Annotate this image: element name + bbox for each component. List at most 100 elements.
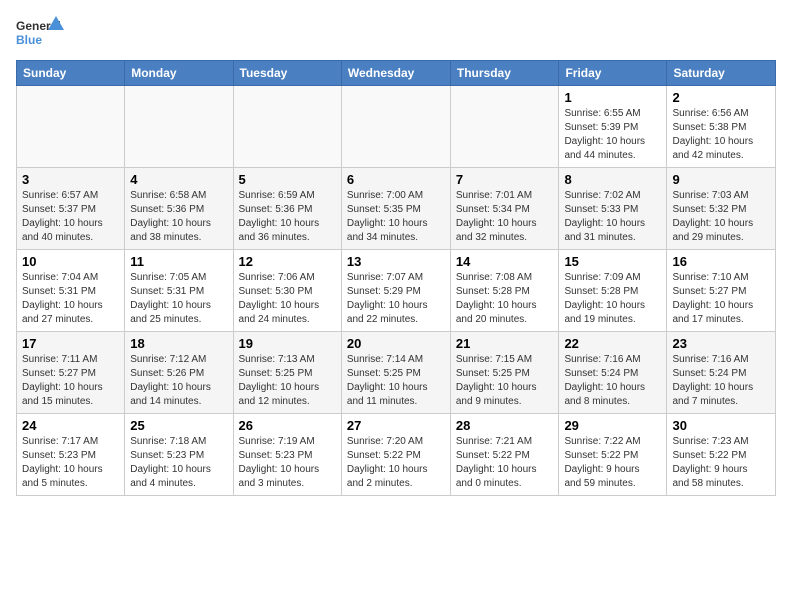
cell-day-number: 8 [564, 172, 661, 187]
cell-day-number: 28 [456, 418, 554, 433]
calendar-cell: 25Sunrise: 7:18 AM Sunset: 5:23 PM Dayli… [125, 414, 233, 496]
cell-day-number: 23 [672, 336, 770, 351]
calendar-body: 1 Sunrise: 6:55 AM Sunset: 5:39 PM Daylig… [17, 86, 776, 496]
cell-day-number: 7 [456, 172, 554, 187]
calendar-cell: 6 Sunrise: 7:00 AM Sunset: 5:35 PM Daylig… [341, 168, 450, 250]
cell-sun-info: Sunrise: 6:57 AM Sunset: 5:37 PM Dayligh… [22, 189, 119, 245]
calendar-cell: 13 Sunrise: 7:07 AM Sunset: 5:29 PM Dayli… [341, 250, 450, 332]
cell-sun-info: Sunrise: 7:05 AM Sunset: 5:31 PM Dayligh… [130, 271, 227, 327]
cell-sun-info: Sunrise: 7:16 AM Sunset: 5:24 PM Dayligh… [564, 353, 661, 409]
cell-sun-info: Sunrise: 7:19 AM Sunset: 5:23 PM Dayligh… [239, 435, 336, 491]
calendar-cell: 17 Sunrise: 7:11 AM Sunset: 5:27 PM Dayli… [17, 332, 125, 414]
cell-sun-info: Sunrise: 7:08 AM Sunset: 5:28 PM Dayligh… [456, 271, 554, 327]
cell-day-number: 24 [22, 418, 119, 433]
cell-sun-info: Sunrise: 7:00 AM Sunset: 5:35 PM Dayligh… [347, 189, 445, 245]
calendar-cell: 2 Sunrise: 6:56 AM Sunset: 5:38 PM Daylig… [667, 86, 776, 168]
cell-sun-info: Sunrise: 7:23 AM Sunset: 5:22 PM Dayligh… [672, 435, 770, 491]
calendar-cell: 3 Sunrise: 6:57 AM Sunset: 5:37 PM Daylig… [17, 168, 125, 250]
calendar-cell: 11 Sunrise: 7:05 AM Sunset: 5:31 PM Dayli… [125, 250, 233, 332]
cell-day-number: 10 [22, 254, 119, 269]
cell-day-number: 16 [672, 254, 770, 269]
cell-sun-info: Sunrise: 7:04 AM Sunset: 5:31 PM Dayligh… [22, 271, 119, 327]
calendar-cell: 30Sunrise: 7:23 AM Sunset: 5:22 PM Dayli… [667, 414, 776, 496]
calendar-cell [125, 86, 233, 168]
cell-sun-info: Sunrise: 7:03 AM Sunset: 5:32 PM Dayligh… [672, 189, 770, 245]
cell-day-number: 19 [239, 336, 336, 351]
cell-day-number: 9 [672, 172, 770, 187]
cell-sun-info: Sunrise: 7:16 AM Sunset: 5:24 PM Dayligh… [672, 353, 770, 409]
weekday-header-saturday: Saturday [667, 61, 776, 86]
weekday-row: SundayMondayTuesdayWednesdayThursdayFrid… [17, 61, 776, 86]
calendar-cell: 8Sunrise: 7:02 AM Sunset: 5:33 PM Daylig… [559, 168, 667, 250]
cell-day-number: 14 [456, 254, 554, 269]
cell-sun-info: Sunrise: 7:10 AM Sunset: 5:27 PM Dayligh… [672, 271, 770, 327]
calendar-cell: 24 Sunrise: 7:17 AM Sunset: 5:23 PM Dayli… [17, 414, 125, 496]
cell-day-number: 2 [672, 90, 770, 105]
calendar-header: SundayMondayTuesdayWednesdayThursdayFrid… [17, 61, 776, 86]
cell-sun-info: Sunrise: 6:58 AM Sunset: 5:36 PM Dayligh… [130, 189, 227, 245]
cell-day-number: 11 [130, 254, 227, 269]
calendar-cell: 1 Sunrise: 6:55 AM Sunset: 5:39 PM Daylig… [559, 86, 667, 168]
calendar-cell: 19Sunrise: 7:13 AM Sunset: 5:25 PM Dayli… [233, 332, 341, 414]
cell-sun-info: Sunrise: 7:22 AM Sunset: 5:22 PM Dayligh… [564, 435, 661, 491]
cell-day-number: 17 [22, 336, 119, 351]
logo: General Blue [16, 16, 66, 52]
weekday-header-sunday: Sunday [17, 61, 125, 86]
cell-day-number: 5 [239, 172, 336, 187]
calendar-cell: 18 Sunrise: 7:12 AM Sunset: 5:26 PM Dayli… [125, 332, 233, 414]
cell-day-number: 26 [239, 418, 336, 433]
calendar-week-1: 1 Sunrise: 6:55 AM Sunset: 5:39 PM Daylig… [17, 86, 776, 168]
cell-day-number: 4 [130, 172, 227, 187]
calendar-week-3: 10 Sunrise: 7:04 AM Sunset: 5:31 PM Dayli… [17, 250, 776, 332]
cell-sun-info: Sunrise: 6:56 AM Sunset: 5:38 PM Dayligh… [672, 107, 770, 163]
cell-day-number: 15 [564, 254, 661, 269]
calendar-cell [233, 86, 341, 168]
cell-sun-info: Sunrise: 7:14 AM Sunset: 5:25 PM Dayligh… [347, 353, 445, 409]
svg-text:Blue: Blue [16, 33, 42, 47]
calendar-cell: 15 Sunrise: 7:09 AM Sunset: 5:28 PM Dayli… [559, 250, 667, 332]
cell-day-number: 1 [564, 90, 661, 105]
cell-day-number: 20 [347, 336, 445, 351]
calendar-cell: 22 Sunrise: 7:16 AM Sunset: 5:24 PM Dayli… [559, 332, 667, 414]
calendar-cell: 27Sunrise: 7:20 AM Sunset: 5:22 PM Dayli… [341, 414, 450, 496]
cell-day-number: 29 [564, 418, 661, 433]
calendar-cell: 14 Sunrise: 7:08 AM Sunset: 5:28 PM Dayli… [450, 250, 559, 332]
cell-sun-info: Sunrise: 7:15 AM Sunset: 5:25 PM Dayligh… [456, 353, 554, 409]
cell-day-number: 13 [347, 254, 445, 269]
calendar-cell: 28 Sunrise: 7:21 AM Sunset: 5:22 PM Dayli… [450, 414, 559, 496]
cell-sun-info: Sunrise: 7:21 AM Sunset: 5:22 PM Dayligh… [456, 435, 554, 491]
cell-day-number: 18 [130, 336, 227, 351]
cell-day-number: 27 [347, 418, 445, 433]
cell-sun-info: Sunrise: 7:17 AM Sunset: 5:23 PM Dayligh… [22, 435, 119, 491]
calendar-cell: 20 Sunrise: 7:14 AM Sunset: 5:25 PM Dayli… [341, 332, 450, 414]
cell-day-number: 6 [347, 172, 445, 187]
cell-sun-info: Sunrise: 7:01 AM Sunset: 5:34 PM Dayligh… [456, 189, 554, 245]
calendar-cell: 5 Sunrise: 6:59 AM Sunset: 5:36 PM Daylig… [233, 168, 341, 250]
cell-sun-info: Sunrise: 7:12 AM Sunset: 5:26 PM Dayligh… [130, 353, 227, 409]
calendar-cell: 26 Sunrise: 7:19 AM Sunset: 5:23 PM Dayli… [233, 414, 341, 496]
calendar-cell: 10 Sunrise: 7:04 AM Sunset: 5:31 PM Dayli… [17, 250, 125, 332]
calendar-cell: 23 Sunrise: 7:16 AM Sunset: 5:24 PM Dayli… [667, 332, 776, 414]
weekday-header-wednesday: Wednesday [341, 61, 450, 86]
cell-sun-info: Sunrise: 7:09 AM Sunset: 5:28 PM Dayligh… [564, 271, 661, 327]
calendar-cell: 29 Sunrise: 7:22 AM Sunset: 5:22 PM Dayli… [559, 414, 667, 496]
calendar-cell [450, 86, 559, 168]
calendar-cell: 16 Sunrise: 7:10 AM Sunset: 5:27 PM Dayli… [667, 250, 776, 332]
calendar-week-5: 24 Sunrise: 7:17 AM Sunset: 5:23 PM Dayli… [17, 414, 776, 496]
cell-day-number: 21 [456, 336, 554, 351]
cell-sun-info: Sunrise: 7:11 AM Sunset: 5:27 PM Dayligh… [22, 353, 119, 409]
cell-day-number: 22 [564, 336, 661, 351]
cell-sun-info: Sunrise: 6:59 AM Sunset: 5:36 PM Dayligh… [239, 189, 336, 245]
calendar-cell [17, 86, 125, 168]
calendar-cell: 21 Sunrise: 7:15 AM Sunset: 5:25 PM Dayli… [450, 332, 559, 414]
calendar-cell: 12Sunrise: 7:06 AM Sunset: 5:30 PM Dayli… [233, 250, 341, 332]
cell-sun-info: Sunrise: 7:07 AM Sunset: 5:29 PM Dayligh… [347, 271, 445, 327]
weekday-header-tuesday: Tuesday [233, 61, 341, 86]
cell-day-number: 3 [22, 172, 119, 187]
weekday-header-monday: Monday [125, 61, 233, 86]
cell-sun-info: Sunrise: 6:55 AM Sunset: 5:39 PM Dayligh… [564, 107, 661, 163]
calendar-cell [341, 86, 450, 168]
logo-svg: General Blue [16, 16, 66, 52]
calendar-table: SundayMondayTuesdayWednesdayThursdayFrid… [16, 60, 776, 496]
cell-day-number: 12 [239, 254, 336, 269]
